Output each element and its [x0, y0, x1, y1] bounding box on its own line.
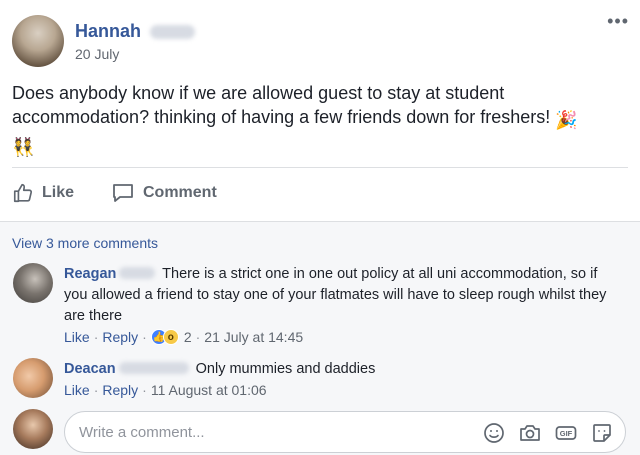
comment-like-link[interactable]: Like [64, 382, 90, 398]
gif-icon[interactable]: GIF [554, 421, 578, 445]
reaction-summary[interactable]: 👍 o [150, 329, 179, 345]
comment-timestamp[interactable]: 21 July at 14:45 [204, 329, 303, 345]
comment-meta: Like · Reply · 11 August at 01:06 [64, 382, 267, 398]
comment-like-link[interactable]: Like [64, 329, 90, 345]
comments-section: View 3 more comments Reagan There is a s… [0, 221, 640, 455]
author-avatar[interactable] [12, 15, 64, 67]
author-name[interactable]: Hannah [75, 21, 141, 42]
comment-reply-link[interactable]: Reply [102, 382, 138, 398]
post-body: Does anybody know if we are allowed gues… [12, 83, 551, 127]
like-label: Like [42, 184, 75, 201]
divider [12, 167, 628, 168]
dancing-people-icon: 👯 [12, 137, 35, 157]
comment-reply-link[interactable]: Reply [102, 329, 138, 345]
commenter-avatar[interactable] [13, 358, 53, 398]
commenter-avatar[interactable] [13, 263, 53, 303]
commenter-name[interactable]: Reagan [64, 266, 116, 282]
commenter-surname-redacted [119, 267, 156, 279]
separator: · [142, 382, 147, 398]
separator: · [93, 382, 99, 398]
like-button[interactable]: Like [12, 182, 74, 204]
comment-meta: Like · Reply · 👍 o 2 · 21 July at 14:45 [64, 329, 303, 345]
separator: · [195, 329, 201, 345]
party-popper-icon: 🎉 [555, 110, 578, 130]
separator: · [142, 329, 147, 345]
more-icon[interactable]: ••• [607, 12, 629, 30]
svg-text:GIF: GIF [560, 429, 573, 438]
reaction-count[interactable]: 2 [184, 329, 192, 345]
post-card: Hannah 20 July ••• Does anybody know if … [0, 0, 640, 455]
sticker-icon[interactable] [590, 421, 614, 445]
comment-input[interactable] [79, 422, 459, 442]
view-more-comments-link[interactable]: View 3 more comments [12, 235, 158, 251]
comment-text: Reagan There is a strict one in one out … [64, 264, 624, 327]
separator: · [93, 329, 99, 345]
comment-body: Only mummies and daddies [195, 361, 376, 377]
comment-bubble-icon [113, 184, 133, 202]
commenter-surname-redacted [118, 362, 189, 374]
like-thumb-icon [13, 183, 33, 203]
comment-timestamp[interactable]: 11 August at 01:06 [151, 382, 267, 398]
comment-composer[interactable]: GIF [64, 411, 626, 453]
comment-label: Comment [143, 184, 217, 201]
current-user-avatar [13, 409, 53, 449]
comment-text: Deacan Only mummies and daddies [64, 359, 624, 380]
camera-icon[interactable] [518, 421, 542, 445]
wow-reaction-icon: o [162, 329, 179, 345]
post-date[interactable]: 20 July [75, 46, 119, 62]
emoji-icon[interactable] [482, 421, 506, 445]
commenter-name[interactable]: Deacan [64, 361, 116, 377]
comment-button[interactable]: Comment [111, 182, 217, 204]
author-surname-redacted [150, 25, 195, 39]
post-text: Does anybody know if we are allowed gues… [12, 81, 627, 159]
